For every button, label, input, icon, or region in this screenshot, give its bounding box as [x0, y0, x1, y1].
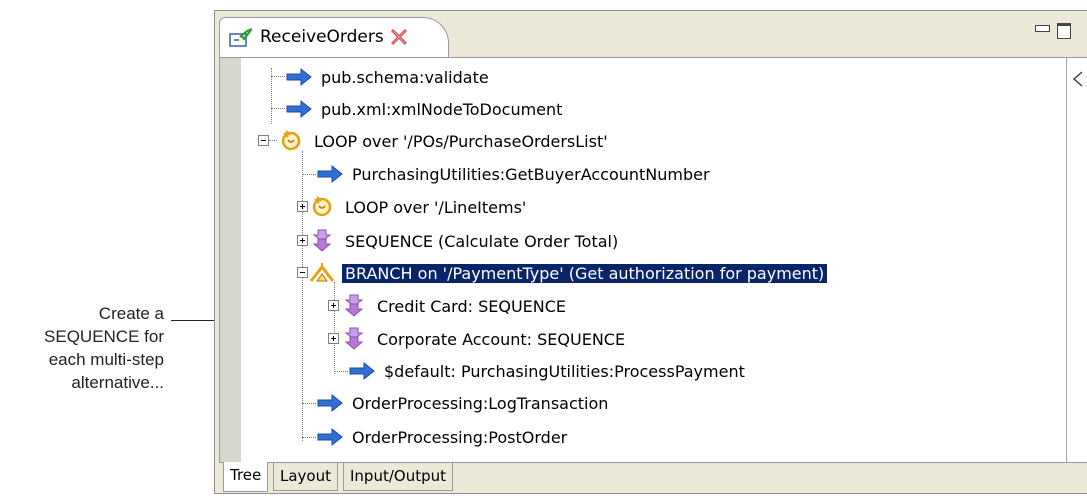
- invoke-arrow-icon: [317, 164, 343, 184]
- tree-node-label: pub.xml:xmlNodeToDocument: [321, 100, 563, 119]
- tree-node-label: OrderProcessing:PostOrder: [352, 428, 568, 447]
- minimize-icon[interactable]: [1035, 25, 1050, 32]
- branch-icon: [309, 263, 335, 282]
- view-tab-bar: Tree Layout Input/Output: [219, 462, 1087, 493]
- tree-panel: pub.schema:validate pub.xml:xmlNodeToDoc…: [219, 57, 1087, 463]
- tree-node-label: SEQUENCE (Calculate Order Total): [345, 232, 619, 251]
- expand-toggle[interactable]: [297, 201, 308, 212]
- tree-node-label: PurchasingUtilities:GetBuyerAccountNumbe…: [352, 165, 710, 184]
- invoke-arrow-icon: [317, 393, 343, 413]
- callout-line-2: SEQUENCE for: [44, 327, 164, 346]
- tree-connector: [271, 76, 285, 77]
- invoke-arrow-icon: [317, 427, 343, 447]
- invoke-arrow-icon: [349, 361, 375, 381]
- callout-annotation: Create a SEQUENCE for each multi-step al…: [0, 302, 164, 394]
- tree-connector: [271, 108, 285, 109]
- tree-node-label-selected: BRANCH on '/PaymentType' (Get authorizat…: [340, 263, 829, 284]
- flow-service-icon: [229, 28, 253, 47]
- expand-toggle[interactable]: [328, 300, 339, 311]
- tree-connector: [302, 437, 316, 438]
- expand-toggle[interactable]: [328, 333, 339, 344]
- tree-node-label: OrderProcessing:LogTransaction: [352, 394, 609, 413]
- tree-connector: [334, 371, 348, 372]
- callout-line-4: alternative...: [71, 373, 164, 392]
- left-gutter: [220, 58, 241, 462]
- maximize-icon[interactable]: [1057, 23, 1071, 39]
- callout-line-3: each multi-step: [48, 350, 164, 369]
- sequence-icon: [344, 294, 364, 317]
- tab-layout[interactable]: Layout: [273, 463, 338, 491]
- invoke-arrow-icon: [286, 67, 312, 87]
- tree-connector: [269, 140, 277, 141]
- tree-node-label: LOOP over '/POs/PurchaseOrdersList': [314, 132, 608, 151]
- tree-connector: [302, 151, 303, 441]
- loop-icon: [312, 196, 332, 217]
- tree-connector: [302, 174, 316, 175]
- side-panel-strip: [1066, 58, 1087, 462]
- loop-icon: [281, 130, 301, 151]
- tab-receive-orders[interactable]: ReceiveOrders: [219, 17, 449, 57]
- collapse-toggle[interactable]: [297, 267, 308, 278]
- tree-node-label: LOOP over '/LineItems': [345, 198, 527, 217]
- invoke-arrow-icon: [286, 99, 312, 119]
- sequence-icon: [312, 229, 332, 252]
- tab-input-output[interactable]: Input/Output: [343, 463, 453, 491]
- sequence-icon: [344, 327, 364, 350]
- tab-tree[interactable]: Tree: [223, 462, 269, 492]
- tree-node-label: Corporate Account: SEQUENCE: [377, 330, 626, 349]
- tree-node-label: Credit Card: SEQUENCE: [377, 297, 567, 316]
- expand-toggle[interactable]: [297, 235, 308, 246]
- callout-line-1: Create a: [98, 304, 164, 323]
- tab-title: ReceiveOrders: [260, 27, 384, 47]
- tree-node-label: pub.schema:validate: [321, 68, 489, 87]
- tree-node-label: $default: PurchasingUtilities:ProcessPay…: [384, 362, 745, 381]
- close-icon[interactable]: [390, 28, 408, 46]
- tree-connector: [302, 403, 316, 404]
- collapse-toggle[interactable]: [258, 135, 269, 146]
- editor-title-bar: ReceiveOrders: [215, 11, 1087, 57]
- tree-connector: [334, 282, 335, 374]
- collapse-arrow-icon[interactable]: [1071, 70, 1085, 88]
- flow-editor: ReceiveOrders pub.schema:validate pub.xm…: [214, 10, 1087, 494]
